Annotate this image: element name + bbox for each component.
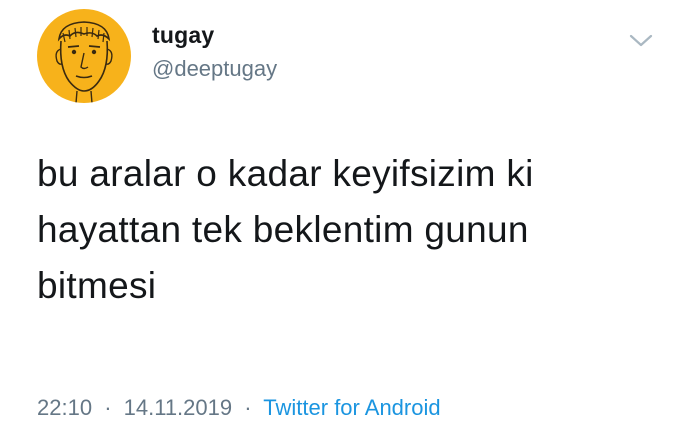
meta-separator: ·: [244, 395, 252, 420]
chevron-down-icon: [629, 34, 653, 47]
user-display-name[interactable]: tugay: [152, 22, 214, 49]
tweet-text: bu aralar o kadar keyifsizim ki hayattan…: [37, 153, 534, 306]
meta-separator: ·: [104, 395, 112, 420]
user-handle[interactable]: @deeptugay: [152, 56, 277, 82]
tweet-meta: 22:10 · 14.11.2019 · Twitter for Android: [37, 395, 441, 421]
tweet-card: tugay @deeptugay bu aralar o kadar keyif…: [0, 0, 687, 443]
user-avatar[interactable]: [37, 9, 131, 103]
tweet-time[interactable]: 22:10: [37, 395, 92, 420]
cartoon-face-icon: [55, 21, 113, 103]
tweet-menu-button[interactable]: [627, 30, 655, 50]
tweet-date[interactable]: 14.11.2019: [124, 395, 232, 420]
tweet-source-link[interactable]: Twitter for Android: [263, 395, 440, 420]
